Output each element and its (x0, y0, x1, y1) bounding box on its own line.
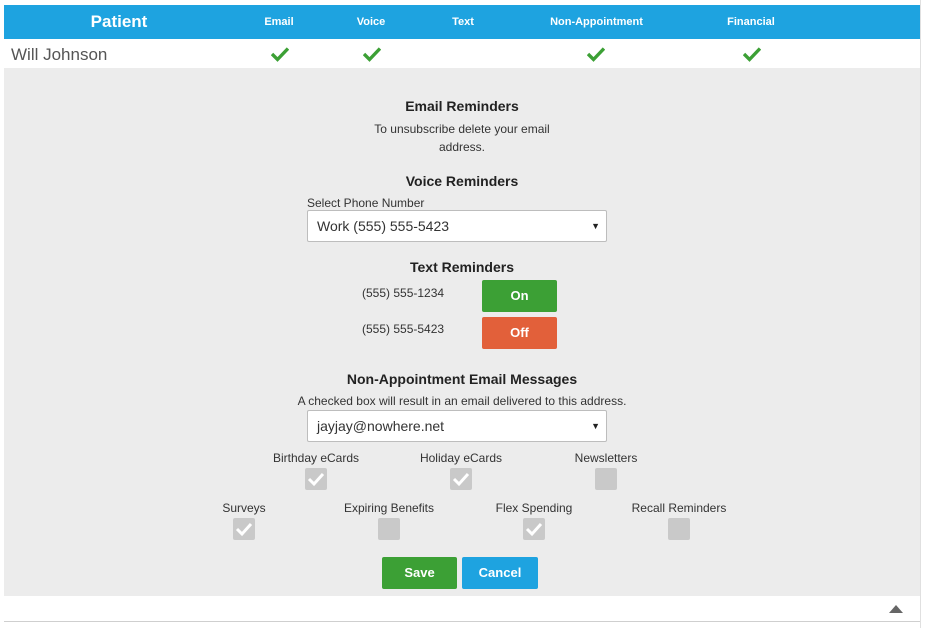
chevron-down-icon: ▼ (591, 421, 600, 431)
recall-reminders-label: Recall Reminders (631, 501, 727, 515)
newsletters-label: Newsletters (574, 451, 638, 465)
patient-detail-panel: Email Reminders To unsubscribe delete yo… (4, 68, 920, 596)
chevron-down-icon: ▼ (591, 221, 600, 231)
non-appointment-email-select[interactable]: jayjay@nowhere.net ▼ (307, 410, 607, 442)
email-reminders-note-line1: To unsubscribe delete your email (374, 122, 550, 136)
non-appointment-check-icon (587, 46, 605, 62)
email-check-icon (271, 46, 289, 62)
financial-check-icon (743, 46, 761, 62)
holiday-ecards-label: Holiday eCards (419, 451, 503, 465)
check-icon (452, 472, 470, 487)
header-text: Text (452, 16, 474, 28)
patient-row[interactable]: Will Johnson (4, 40, 920, 68)
header-email: Email (264, 16, 294, 28)
email-reminders-note-line2: address. (438, 140, 486, 154)
check-icon (307, 472, 325, 487)
expiring-benefits-label: Expiring Benefits (343, 501, 435, 515)
text-reminders-title: Text Reminders (410, 259, 514, 275)
header-voice: Voice (356, 16, 386, 28)
table-header: Patient Email Voice Text Non-Appointment… (4, 5, 920, 39)
collapse-row (4, 596, 920, 622)
patient-name: Will Johnson (11, 45, 108, 64)
non-appointment-note: A checked box will result in an email de… (297, 394, 627, 408)
header-non-appointment: Non-Appointment (550, 16, 643, 28)
text-phone-1-on-button[interactable]: On (482, 280, 557, 312)
email-reminders-title: Email Reminders (405, 98, 519, 114)
phone-select-label: Select Phone Number (307, 196, 425, 210)
surveys-label: Surveys (222, 501, 266, 515)
check-icon (235, 522, 253, 537)
header-financial: Financial (727, 16, 775, 28)
save-button[interactable]: Save (382, 557, 457, 589)
birthday-ecards-label: Birthday eCards (272, 451, 360, 465)
flex-spending-label: Flex Spending (495, 501, 573, 515)
phone-number-select-value: Work (555) 555-5423 (317, 218, 450, 234)
text-phone-1: (555) 555-1234 (362, 286, 445, 300)
newsletters-checkbox[interactable] (595, 468, 617, 490)
cancel-button[interactable]: Cancel (462, 557, 538, 589)
text-phone-2: (555) 555-5423 (362, 322, 445, 336)
non-appointment-title: Non-Appointment Email Messages (346, 371, 578, 387)
non-appointment-email-select-value: jayjay@nowhere.net (317, 418, 445, 434)
text-phone-2-off-button[interactable]: Off (482, 317, 557, 349)
surveys-checkbox[interactable] (233, 518, 255, 540)
birthday-ecards-checkbox[interactable] (305, 468, 327, 490)
voice-check-icon (363, 46, 381, 62)
recall-reminders-checkbox[interactable] (668, 518, 690, 540)
holiday-ecards-checkbox[interactable] (450, 468, 472, 490)
phone-number-select[interactable]: Work (555) 555-5423 ▼ (307, 210, 607, 242)
check-icon (525, 522, 543, 537)
flex-spending-checkbox[interactable] (523, 518, 545, 540)
header-patient: Patient (90, 12, 148, 31)
voice-reminders-title: Voice Reminders (405, 173, 519, 189)
right-border (920, 0, 921, 628)
collapse-up-icon[interactable] (889, 605, 903, 613)
reminder-preferences-table: Patient Email Voice Text Non-Appointment… (4, 0, 920, 628)
expiring-benefits-checkbox[interactable] (378, 518, 400, 540)
